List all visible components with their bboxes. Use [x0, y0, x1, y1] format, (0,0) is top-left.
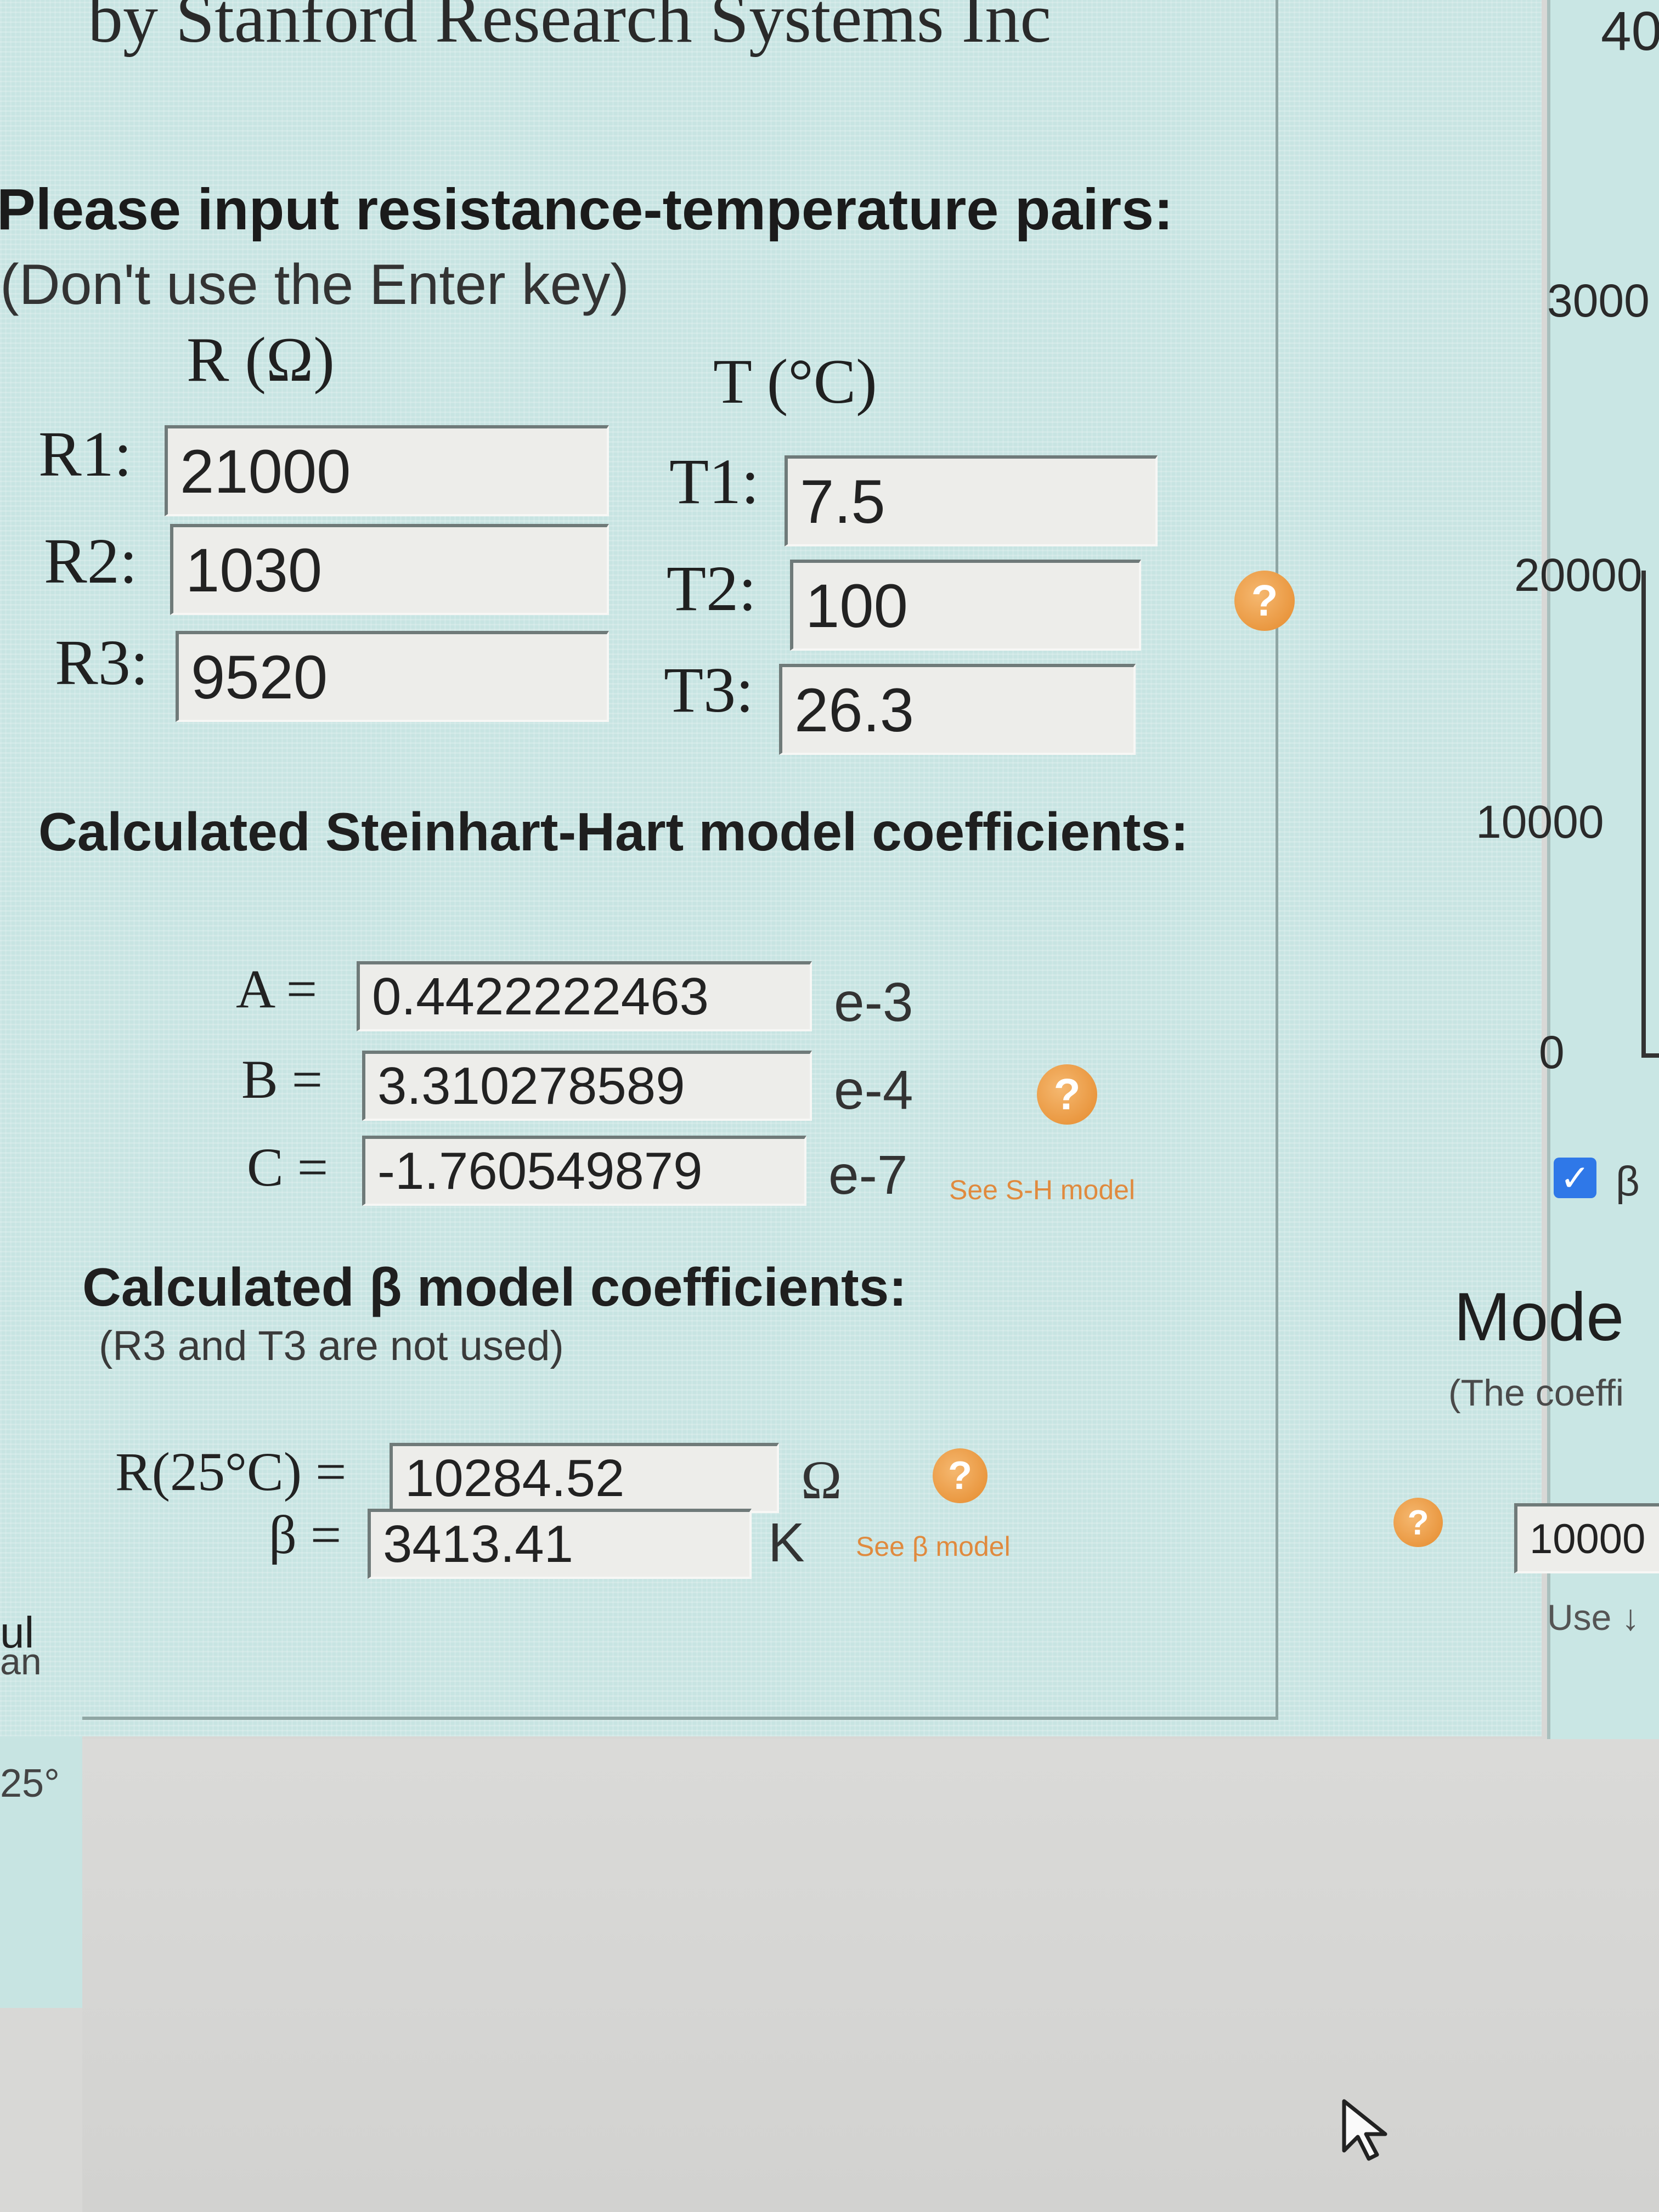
beta-model-link[interactable]: See β model — [856, 1531, 1011, 1562]
beta-help-icon[interactable]: ? — [933, 1448, 988, 1503]
t3-label: T3: — [664, 654, 754, 726]
beta-curve-checkbox[interactable]: ✓ — [1554, 1158, 1596, 1198]
r2-label: R2: — [44, 525, 138, 597]
coef-a-exponent: e-3 — [834, 972, 913, 1033]
sh-model-link[interactable]: See S-H model — [949, 1174, 1135, 1206]
use-value-hint: Use ↓ — [1547, 1597, 1640, 1638]
coef-c-output[interactable] — [362, 1136, 806, 1206]
t1-input[interactable] — [785, 455, 1158, 546]
beta-output[interactable] — [368, 1509, 752, 1579]
mouse-cursor-icon — [1342, 2099, 1387, 2161]
t2-input[interactable] — [790, 560, 1141, 651]
r3-label: R3: — [55, 627, 149, 698]
beta-section-hint: (R3 and T3 are not used) — [99, 1323, 564, 1369]
r1-input[interactable] — [165, 425, 609, 516]
vendor-credit: by Stanford Research Systems Inc — [88, 0, 1052, 57]
temperature-column-header: T (°C) — [713, 347, 877, 417]
t1-label: T1: — [669, 445, 759, 517]
coef-b-exponent: e-4 — [834, 1059, 913, 1121]
model-resistance-input[interactable] — [1514, 1503, 1659, 1573]
chart-axes — [1641, 571, 1659, 1058]
input-prompt: Please input resistance-temperature pair… — [0, 177, 1173, 242]
coef-a-label: A = — [236, 958, 318, 1019]
resistance-column-header: R (Ω) — [187, 325, 335, 395]
model-hint: (The coeffi — [1448, 1372, 1624, 1414]
r1-label: R1: — [38, 418, 132, 490]
sh-section-title: Calculated Steinhart-Hart model coeffici… — [38, 802, 1189, 862]
ohm-unit: Ω — [801, 1449, 842, 1510]
beta-section-title: Calculated β model coefficients: — [82, 1257, 907, 1317]
model-help-icon[interactable]: ? — [1393, 1498, 1443, 1547]
coef-b-output[interactable] — [362, 1051, 812, 1121]
coef-a-output[interactable] — [357, 961, 812, 1031]
beta-label: β = — [269, 1504, 342, 1565]
axis-tick-20000: 20000 — [1514, 549, 1643, 601]
right-top-value: 40 — [1601, 1, 1659, 62]
kelvin-unit: K — [768, 1512, 805, 1573]
left-fragment-3: 25° — [0, 1762, 60, 1805]
coef-c-label: C = — [247, 1137, 329, 1198]
page-background — [82, 1739, 1659, 2212]
model-heading: Mode — [1454, 1279, 1624, 1355]
axis-tick-0: 0 — [1539, 1026, 1565, 1078]
left-fragment-2: an — [0, 1641, 42, 1683]
axis-tick-top: 3000 — [1547, 275, 1650, 326]
coef-b-label: B = — [241, 1049, 323, 1110]
r25-label: R(25°C) = — [115, 1441, 347, 1502]
r3-input[interactable] — [176, 631, 609, 722]
beta-curve-checkbox-label: β — [1616, 1158, 1640, 1205]
input-help-icon[interactable]: ? — [1234, 571, 1295, 631]
t3-input[interactable] — [779, 664, 1136, 755]
coef-c-exponent: e-7 — [828, 1144, 908, 1206]
r2-input[interactable] — [170, 524, 609, 615]
axis-tick-10000: 10000 — [1476, 796, 1604, 848]
r25-output[interactable] — [390, 1443, 779, 1513]
enter-key-hint: (Don't use the Enter key) — [0, 253, 630, 317]
sh-help-icon[interactable]: ? — [1037, 1064, 1097, 1125]
t2-label: T2: — [667, 552, 757, 624]
